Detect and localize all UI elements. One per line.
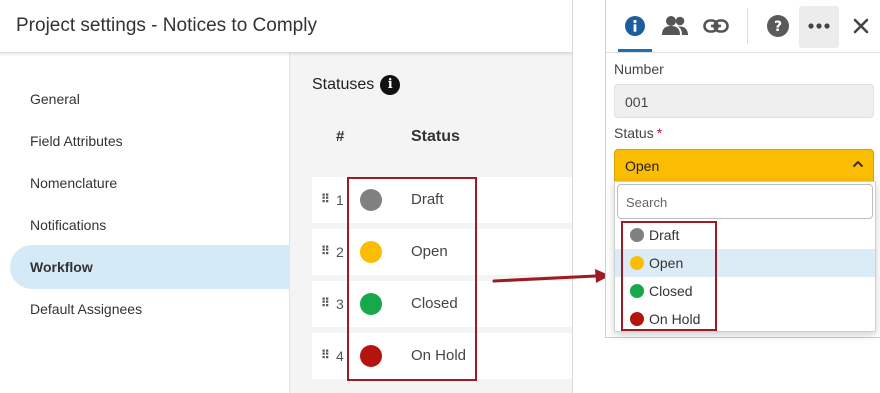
chevron-up-icon[interactable] <box>852 157 864 171</box>
status-label: Closed <box>411 295 458 312</box>
dropdown-option-label: Open <box>649 255 684 271</box>
sidebar-item-workflow[interactable]: Workflow <box>10 245 290 289</box>
status-color-dot <box>360 189 382 211</box>
status-label-text: Status <box>614 125 654 141</box>
drag-handle-icon[interactable]: ⠿ <box>321 348 330 362</box>
status-color-dot <box>630 256 644 270</box>
item-detail-panel: ? Number 001 Status * Open Search Draft O… <box>605 0 880 338</box>
tab-divider <box>747 8 748 44</box>
close-icon[interactable] <box>847 12 875 40</box>
status-number: 2 <box>336 244 344 260</box>
column-header-status: Status <box>411 128 460 145</box>
drag-handle-icon[interactable]: ⠿ <box>321 192 330 206</box>
panel-tab-bar: ? <box>606 0 880 53</box>
status-color-dot <box>360 241 382 263</box>
more-icon[interactable] <box>805 12 833 40</box>
status-row[interactable]: ⠿ 1 Draft <box>312 177 572 223</box>
status-color-dot <box>360 293 382 315</box>
window-title: Project settings - Notices to Comply <box>0 0 572 53</box>
status-row[interactable]: ⠿ 4 On Hold <box>312 333 572 379</box>
svg-text:?: ? <box>774 19 782 35</box>
help-icon[interactable]: ? <box>764 12 792 40</box>
status-label: Draft <box>411 191 444 208</box>
status-label: On Hold <box>411 347 467 364</box>
status-color-dot <box>360 345 382 367</box>
status-select[interactable]: Open <box>614 149 874 182</box>
link-icon[interactable] <box>702 12 730 40</box>
dropdown-option-draft[interactable]: Draft <box>615 221 875 249</box>
status-color-dot <box>630 312 644 326</box>
sidebar-item-general[interactable]: General <box>10 77 290 121</box>
dropdown-option-on-hold[interactable]: On Hold <box>615 305 875 333</box>
number-label: Number <box>614 61 664 77</box>
active-tab-indicator <box>618 49 652 52</box>
number-field: 001 <box>614 84 874 118</box>
info-icon[interactable]: i <box>380 75 401 95</box>
sidebar-item-field-attributes[interactable]: Field Attributes <box>10 119 290 163</box>
dropdown-option-label: Closed <box>649 283 693 299</box>
drag-handle-icon[interactable]: ⠿ <box>321 296 330 310</box>
settings-sidebar: General Field Attributes Nomenclature No… <box>0 53 290 393</box>
info-icon[interactable] <box>621 12 649 40</box>
statuses-heading: Statuses i <box>312 75 401 95</box>
sidebar-item-notifications[interactable]: Notifications <box>10 203 290 247</box>
status-select-value: Open <box>625 158 660 174</box>
status-dropdown-menu: Search Draft Open Closed On Hold <box>614 181 876 332</box>
drag-handle-icon[interactable]: ⠿ <box>321 244 330 258</box>
status-number: 4 <box>336 348 344 364</box>
required-marker: * <box>656 125 663 141</box>
status-field-label: Status * <box>614 125 662 141</box>
dropdown-option-closed[interactable]: Closed <box>615 277 875 305</box>
dropdown-option-label: On Hold <box>649 311 701 327</box>
project-settings-window: Project settings - Notices to Comply Gen… <box>0 0 573 393</box>
status-color-dot <box>630 228 644 242</box>
people-icon[interactable] <box>661 12 689 40</box>
dropdown-option-open[interactable]: Open <box>615 249 875 277</box>
status-number: 1 <box>336 192 344 208</box>
status-number: 3 <box>336 296 344 312</box>
sidebar-item-nomenclature[interactable]: Nomenclature <box>10 161 290 205</box>
dropdown-search-input[interactable]: Search <box>617 184 873 219</box>
workflow-main-panel: Statuses i # Status ⠿ 1 Draft ⠿ 2 Open ⠿… <box>290 53 572 393</box>
sidebar-item-default-assignees[interactable]: Default Assignees <box>10 287 290 331</box>
dropdown-option-label: Draft <box>649 227 680 243</box>
annotation-arrow <box>492 269 610 283</box>
column-header-number: # <box>336 128 345 145</box>
statuses-title: Statuses <box>312 76 375 93</box>
status-color-dot <box>630 284 644 298</box>
status-label: Open <box>411 243 448 260</box>
